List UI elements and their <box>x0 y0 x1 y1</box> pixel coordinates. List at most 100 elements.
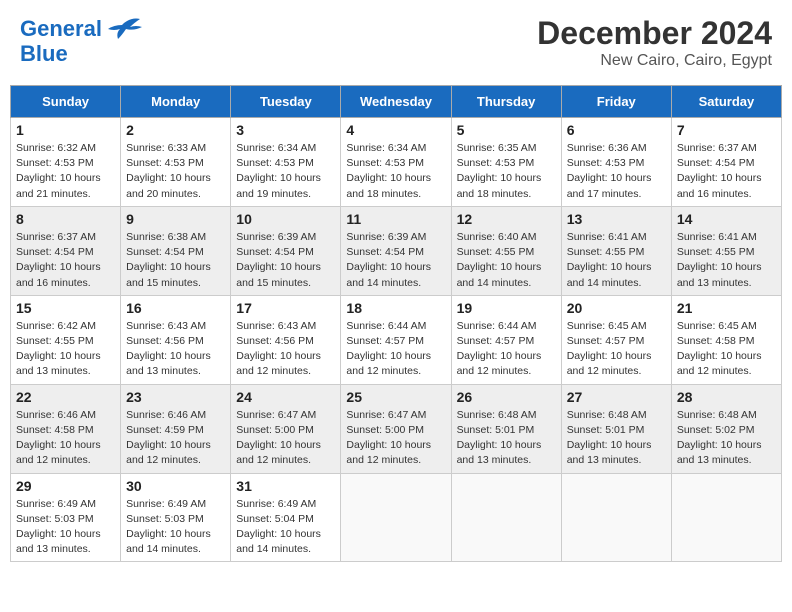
day-number: 8 <box>16 211 115 227</box>
day-info: Sunrise: 6:37 AM Sunset: 4:54 PM Dayligh… <box>16 230 115 291</box>
day-info: Sunrise: 6:48 AM Sunset: 5:02 PM Dayligh… <box>677 408 776 469</box>
day-number: 28 <box>677 389 776 405</box>
day-number: 23 <box>126 389 225 405</box>
calendar-cell: 25 Sunrise: 6:47 AM Sunset: 5:00 PM Dayli… <box>341 384 451 473</box>
logo: General Blue <box>20 15 142 65</box>
day-number: 30 <box>126 478 225 494</box>
day-info: Sunrise: 6:36 AM Sunset: 4:53 PM Dayligh… <box>567 141 666 202</box>
day-number: 15 <box>16 300 115 316</box>
day-info: Sunrise: 6:39 AM Sunset: 4:54 PM Dayligh… <box>236 230 335 291</box>
col-header-sunday: Sunday <box>11 86 121 118</box>
day-info: Sunrise: 6:42 AM Sunset: 4:55 PM Dayligh… <box>16 319 115 380</box>
calendar-cell <box>671 473 781 562</box>
day-number: 12 <box>457 211 556 227</box>
day-info: Sunrise: 6:41 AM Sunset: 4:55 PM Dayligh… <box>567 230 666 291</box>
calendar-cell: 26 Sunrise: 6:48 AM Sunset: 5:01 PM Dayli… <box>451 384 561 473</box>
day-info: Sunrise: 6:48 AM Sunset: 5:01 PM Dayligh… <box>457 408 556 469</box>
calendar-cell: 11 Sunrise: 6:39 AM Sunset: 4:54 PM Dayli… <box>341 206 451 295</box>
logo-bird-icon <box>104 15 142 43</box>
calendar-cell: 7 Sunrise: 6:37 AM Sunset: 4:54 PM Daylig… <box>671 118 781 207</box>
day-number: 5 <box>457 122 556 138</box>
day-info: Sunrise: 6:41 AM Sunset: 4:55 PM Dayligh… <box>677 230 776 291</box>
calendar-cell: 29 Sunrise: 6:49 AM Sunset: 5:03 PM Dayli… <box>11 473 121 562</box>
calendar-cell: 17 Sunrise: 6:43 AM Sunset: 4:56 PM Dayli… <box>231 295 341 384</box>
calendar-cell: 16 Sunrise: 6:43 AM Sunset: 4:56 PM Dayli… <box>121 295 231 384</box>
calendar-cell: 10 Sunrise: 6:39 AM Sunset: 4:54 PM Dayli… <box>231 206 341 295</box>
day-number: 21 <box>677 300 776 316</box>
day-info: Sunrise: 6:49 AM Sunset: 5:04 PM Dayligh… <box>236 497 335 558</box>
day-number: 24 <box>236 389 335 405</box>
day-number: 31 <box>236 478 335 494</box>
calendar-cell: 21Sunrise: 6:45 AM Sunset: 4:58 PM Dayli… <box>671 295 781 384</box>
calendar-cell: 30 Sunrise: 6:49 AM Sunset: 5:03 PM Dayli… <box>121 473 231 562</box>
day-number: 29 <box>16 478 115 494</box>
calendar-cell: 15 Sunrise: 6:42 AM Sunset: 4:55 PM Dayli… <box>11 295 121 384</box>
day-number: 6 <box>567 122 666 138</box>
day-number: 10 <box>236 211 335 227</box>
calendar-cell: 12Sunrise: 6:40 AM Sunset: 4:55 PM Dayli… <box>451 206 561 295</box>
location-title: New Cairo, Cairo, Egypt <box>537 52 772 70</box>
header: General Blue December 2024 New Cairo, Ca… <box>10 10 782 75</box>
month-title: December 2024 <box>537 15 772 52</box>
day-number: 3 <box>236 122 335 138</box>
col-header-saturday: Saturday <box>671 86 781 118</box>
calendar-week-2: 8 Sunrise: 6:37 AM Sunset: 4:54 PM Daylig… <box>11 206 782 295</box>
day-number: 14 <box>677 211 776 227</box>
day-number: 17 <box>236 300 335 316</box>
day-info: Sunrise: 6:34 AM Sunset: 4:53 PM Dayligh… <box>236 141 335 202</box>
calendar-cell: 2 Sunrise: 6:33 AM Sunset: 4:53 PM Daylig… <box>121 118 231 207</box>
calendar-week-4: 22 Sunrise: 6:46 AM Sunset: 4:58 PM Dayli… <box>11 384 782 473</box>
calendar-cell: 20 Sunrise: 6:45 AM Sunset: 4:57 PM Dayli… <box>561 295 671 384</box>
col-header-tuesday: Tuesday <box>231 86 341 118</box>
day-info: Sunrise: 6:38 AM Sunset: 4:54 PM Dayligh… <box>126 230 225 291</box>
day-number: 27 <box>567 389 666 405</box>
day-info: Sunrise: 6:37 AM Sunset: 4:54 PM Dayligh… <box>677 141 776 202</box>
day-info: Sunrise: 6:33 AM Sunset: 4:53 PM Dayligh… <box>126 141 225 202</box>
calendar-cell: 22 Sunrise: 6:46 AM Sunset: 4:58 PM Dayli… <box>11 384 121 473</box>
calendar-cell: 5Sunrise: 6:35 AM Sunset: 4:53 PM Daylig… <box>451 118 561 207</box>
day-number: 4 <box>346 122 445 138</box>
calendar-cell: 31 Sunrise: 6:49 AM Sunset: 5:04 PM Dayli… <box>231 473 341 562</box>
col-header-monday: Monday <box>121 86 231 118</box>
day-number: 25 <box>346 389 445 405</box>
calendar-week-3: 15 Sunrise: 6:42 AM Sunset: 4:55 PM Dayli… <box>11 295 782 384</box>
day-number: 26 <box>457 389 556 405</box>
calendar-cell: 14 Sunrise: 6:41 AM Sunset: 4:55 PM Dayli… <box>671 206 781 295</box>
day-info: Sunrise: 6:48 AM Sunset: 5:01 PM Dayligh… <box>567 408 666 469</box>
calendar-cell: 13Sunrise: 6:41 AM Sunset: 4:55 PM Dayli… <box>561 206 671 295</box>
calendar-cell: 4 Sunrise: 6:34 AM Sunset: 4:53 PM Daylig… <box>341 118 451 207</box>
calendar-cell: 23 Sunrise: 6:46 AM Sunset: 4:59 PM Dayli… <box>121 384 231 473</box>
calendar-cell: 24 Sunrise: 6:47 AM Sunset: 5:00 PM Dayli… <box>231 384 341 473</box>
day-info: Sunrise: 6:47 AM Sunset: 5:00 PM Dayligh… <box>236 408 335 469</box>
day-info: Sunrise: 6:49 AM Sunset: 5:03 PM Dayligh… <box>126 497 225 558</box>
day-info: Sunrise: 6:47 AM Sunset: 5:00 PM Dayligh… <box>346 408 445 469</box>
day-number: 9 <box>126 211 225 227</box>
day-info: Sunrise: 6:46 AM Sunset: 4:58 PM Dayligh… <box>16 408 115 469</box>
day-number: 16 <box>126 300 225 316</box>
day-number: 18 <box>346 300 445 316</box>
calendar-week-1: 1 Sunrise: 6:32 AM Sunset: 4:53 PM Daylig… <box>11 118 782 207</box>
day-info: Sunrise: 6:49 AM Sunset: 5:03 PM Dayligh… <box>16 497 115 558</box>
title-area: December 2024 New Cairo, Cairo, Egypt <box>537 15 772 70</box>
day-number: 7 <box>677 122 776 138</box>
day-info: Sunrise: 6:43 AM Sunset: 4:56 PM Dayligh… <box>126 319 225 380</box>
day-info: Sunrise: 6:45 AM Sunset: 4:57 PM Dayligh… <box>567 319 666 380</box>
logo-blue: Blue <box>20 43 142 65</box>
day-info: Sunrise: 6:44 AM Sunset: 4:57 PM Dayligh… <box>346 319 445 380</box>
day-info: Sunrise: 6:43 AM Sunset: 4:56 PM Dayligh… <box>236 319 335 380</box>
calendar-cell: 28 Sunrise: 6:48 AM Sunset: 5:02 PM Dayli… <box>671 384 781 473</box>
day-number: 11 <box>346 211 445 227</box>
day-number: 20 <box>567 300 666 316</box>
col-header-friday: Friday <box>561 86 671 118</box>
day-info: Sunrise: 6:46 AM Sunset: 4:59 PM Dayligh… <box>126 408 225 469</box>
logo-general: General <box>20 16 102 41</box>
day-number: 2 <box>126 122 225 138</box>
day-info: Sunrise: 6:32 AM Sunset: 4:53 PM Dayligh… <box>16 141 115 202</box>
day-number: 22 <box>16 389 115 405</box>
day-info: Sunrise: 6:39 AM Sunset: 4:54 PM Dayligh… <box>346 230 445 291</box>
calendar-header-row: SundayMondayTuesdayWednesdayThursdayFrid… <box>11 86 782 118</box>
day-info: Sunrise: 6:34 AM Sunset: 4:53 PM Dayligh… <box>346 141 445 202</box>
day-number: 1 <box>16 122 115 138</box>
calendar: SundayMondayTuesdayWednesdayThursdayFrid… <box>10 85 782 562</box>
calendar-cell: 19Sunrise: 6:44 AM Sunset: 4:57 PM Dayli… <box>451 295 561 384</box>
